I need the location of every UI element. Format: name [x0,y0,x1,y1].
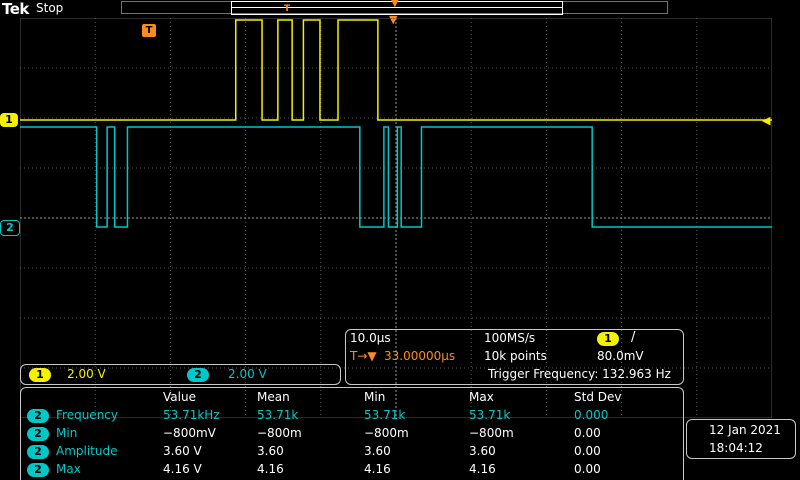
row-std-dev: 0.00 [574,426,601,440]
row-channel-chip: 2 [27,427,49,441]
row-value: −800mV [163,426,216,440]
row-mean: 3.60 [257,444,284,458]
col-header-mean: Mean [257,390,290,404]
row-value: 3.60 V [163,444,202,458]
col-header-value: Value [163,390,196,404]
ch2-chip: 2 [187,368,209,382]
col-header-std-dev: Std Dev [574,390,622,404]
trigger-delay: 33.00000µs [384,349,456,363]
row-min: 4.16 [364,462,391,476]
row-measurement-name: Amplitude [56,444,118,458]
row-mean: −800m [257,426,302,440]
row-mean: 53.71k [257,408,299,422]
row-min: −800m [364,426,409,440]
datetime-panel: 12 Jan 2021 18:04:12 [686,419,796,459]
ch2-ground-marker[interactable]: 2 [0,220,20,236]
record-length: 10k points [484,349,547,363]
trigger-delay-icon: T→▼ [350,349,377,363]
run-state[interactable]: Stop [36,1,63,15]
row-value: 53.71kHz [163,408,220,422]
col-header-max: Max [469,390,494,404]
ch2-scale: 2.00 V [228,367,267,381]
measurements-panel[interactable]: Value Mean Min Max Std Dev 2 Frequency 5… [20,387,684,480]
row-min: 3.60 [364,444,391,458]
row-max: 3.60 [469,444,496,458]
row-measurement-name: Min [56,426,78,440]
row-channel-chip: 2 [27,409,49,423]
trigger-level-icon[interactable]: ◀ [762,114,770,127]
vertical-scale-panel[interactable]: 1 2.00 V 2 2.00 V [20,364,341,385]
record-trigger-marker: T [284,4,291,14]
row-measurement-name: Max [56,462,81,476]
row-std-dev: 0.000 [574,408,609,422]
col-header-min: Min [364,390,386,404]
status-bar: Tek Stop T ▼ ▼ [0,0,800,26]
row-std-dev: 0.00 [574,444,601,458]
time-per-div: 10.0µs [350,331,391,345]
date: 12 Jan 2021 [709,423,781,437]
ch1-ground-marker[interactable]: 1 [0,113,18,127]
row-max: −800m [469,426,514,440]
time: 18:04:12 [709,441,763,455]
trigger-slope-icon: / [631,330,636,345]
ch1-scale: 2.00 V [67,367,106,381]
sample-rate: 100MS/s [484,331,536,345]
record-position-icon: ▼ [391,0,399,9]
trigger-point-marker: T [142,24,156,37]
trigger-level: 80.0mV [597,349,644,363]
row-channel-chip: 2 [27,445,49,459]
row-channel-chip: 2 [27,463,49,477]
brand-logo: Tek [2,0,29,18]
trigger-frequency: Trigger Frequency: 132.963 Hz [488,367,671,381]
ch1-chip: 1 [29,368,51,382]
row-mean: 4.16 [257,462,284,476]
row-value: 4.16 V [163,462,202,476]
horizontal-trigger-panel[interactable]: 10.0µs 100MS/s 1 / T→▼ 33.00000µs 10k po… [345,329,684,385]
row-measurement-name: Frequency [56,408,118,422]
row-std-dev: 0.00 [574,462,601,476]
row-max: 53.71k [469,408,511,422]
row-max: 4.16 [469,462,496,476]
row-min: 53.71k [364,408,406,422]
trigger-source-chip: 1 [597,332,619,346]
